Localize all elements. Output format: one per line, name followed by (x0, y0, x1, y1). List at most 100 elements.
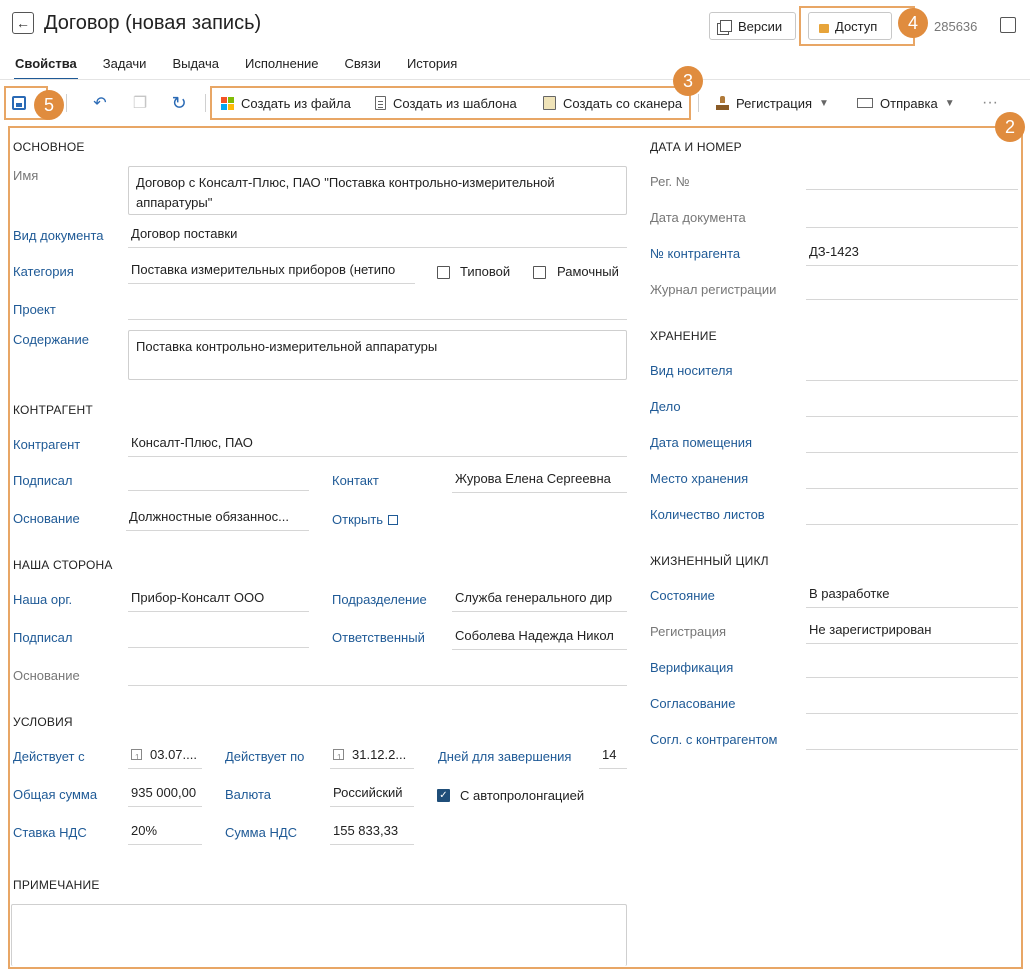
chevron-down-icon: ▼ (819, 97, 829, 109)
open-link-label: Открыть (332, 512, 384, 527)
medium-label[interactable]: Вид носителя (650, 363, 733, 378)
responsible-field[interactable]: Соболева Надежда Никол (452, 626, 627, 650)
placed-date-label[interactable]: Дата помещения (650, 435, 752, 450)
registration-label: Регистрация (736, 95, 812, 111)
contact-label[interactable]: Контакт (332, 473, 379, 488)
doc-date-field[interactable] (806, 204, 1018, 228)
section-date-number-title: ДАТА И НОМЕР (650, 140, 742, 154)
vat-rate-field[interactable]: 20% (128, 821, 202, 845)
access-button[interactable]: Доступ (808, 12, 892, 40)
our-signed-label[interactable]: Подписал (13, 630, 73, 645)
typical-checkbox[interactable] (437, 266, 450, 279)
cp-approval-field[interactable] (806, 726, 1018, 750)
send-icon (857, 98, 873, 108)
note-field[interactable] (11, 904, 627, 966)
contact-field[interactable]: Журова Елена Сергеевна (452, 469, 627, 493)
days-to-complete-field[interactable]: 14 (599, 745, 627, 769)
tab-history[interactable]: История (392, 56, 468, 80)
refresh-icon[interactable]: ↻ (170, 93, 188, 113)
valid-from-label[interactable]: Действует с (13, 749, 85, 764)
approval-label[interactable]: Согласование (650, 696, 735, 711)
storage-place-label[interactable]: Место хранения (650, 471, 748, 486)
department-label[interactable]: Подразделение (332, 592, 427, 607)
cp-signed-field[interactable] (128, 467, 309, 491)
department-field[interactable]: Служба генерального дир (452, 588, 627, 612)
tab-bar: Свойства Задачи Выдача Исполнение Связи … (0, 56, 468, 80)
sheets-label[interactable]: Количество листов (650, 507, 765, 522)
reg-no-label: Рег. № (650, 174, 690, 189)
open-link[interactable]: Открыть (332, 512, 399, 527)
cp-number-label[interactable]: № контрагента (650, 246, 740, 261)
content-field[interactable]: Поставка контрольно-измерительной аппара… (128, 330, 627, 380)
cp-basis-field[interactable]: Должностные обязаннос... (126, 507, 309, 531)
tab-tasks[interactable]: Задачи (88, 56, 158, 80)
name-field[interactable]: Договор с Консалт-Плюс, ПАО "Поставка ко… (128, 166, 627, 215)
our-org-label[interactable]: Наша орг. (13, 592, 72, 607)
state-label[interactable]: Состояние (650, 588, 715, 603)
cp-signed-label[interactable]: Подписал (13, 473, 73, 488)
annotation-badge-3: 3 (673, 66, 703, 96)
sheets-field[interactable] (806, 501, 1018, 525)
content-label[interactable]: Содержание (13, 332, 89, 347)
responsible-label[interactable]: Ответственный (332, 630, 425, 645)
open-external-icon[interactable] (1000, 17, 1016, 33)
cp-number-field[interactable]: ДЗ-1423 (806, 242, 1018, 266)
category-field[interactable]: Поставка измерительных приборов (нетипо (128, 260, 415, 284)
annotation-badge-5: 5 (34, 90, 64, 120)
cp-approval-label[interactable]: Согл. с контрагентом (650, 732, 778, 747)
vat-sum-label[interactable]: Сумма НДС (225, 825, 297, 840)
our-basis-field[interactable] (128, 662, 627, 686)
project-label[interactable]: Проект (13, 302, 56, 317)
tab-issue[interactable]: Выдача (157, 56, 230, 80)
our-org-field[interactable]: Прибор-Консалт ООО (128, 588, 309, 612)
copy-icon[interactable]: ❐ (131, 94, 149, 112)
category-label[interactable]: Категория (13, 264, 74, 279)
cp-basis-label[interactable]: Основание (13, 511, 80, 526)
frame-label: Рамочный (557, 264, 619, 279)
case-field[interactable] (806, 393, 1018, 417)
our-signed-field[interactable] (128, 624, 309, 648)
sending-dropdown[interactable]: Отправка ▼ (857, 92, 955, 114)
valid-from-field[interactable]: 03.07.... (128, 745, 202, 769)
tab-execution[interactable]: Исполнение (230, 56, 330, 80)
counterparty-label[interactable]: Контрагент (13, 437, 80, 452)
tab-properties[interactable]: Свойства (0, 56, 88, 80)
total-sum-label[interactable]: Общая сумма (13, 787, 97, 802)
undo-icon[interactable]: ↶ (91, 94, 109, 112)
section-basic-title: ОСНОВНОЕ (13, 140, 85, 154)
journal-field[interactable] (806, 276, 1018, 300)
valid-to-field[interactable]: 31.12.2... (330, 745, 414, 769)
counterparty-field[interactable]: Консалт-Плюс, ПАО (128, 433, 627, 457)
state-field[interactable]: В разработке (806, 584, 1018, 608)
autoprolong-checkbox[interactable]: ✓ (437, 789, 450, 802)
valid-to-label[interactable]: Действует по (225, 749, 304, 764)
tab-links[interactable]: Связи (330, 56, 392, 80)
frame-checkbox[interactable] (533, 266, 546, 279)
vat-rate-label[interactable]: Ставка НДС (13, 825, 87, 840)
more-icon[interactable]: ··· (982, 92, 998, 114)
back-button[interactable]: ← (12, 12, 34, 34)
calendar-icon[interactable] (333, 748, 344, 768)
verification-field[interactable] (806, 654, 1018, 678)
verification-label[interactable]: Верификация (650, 660, 733, 675)
placed-date-field[interactable] (806, 429, 1018, 453)
medium-field[interactable] (806, 357, 1018, 381)
approval-field[interactable] (806, 690, 1018, 714)
doc-kind-label[interactable]: Вид документа (13, 228, 104, 243)
document-id: 285636 (934, 19, 978, 34)
versions-button[interactable]: Версии (709, 12, 796, 40)
days-to-complete-label[interactable]: Дней для завершения (438, 749, 571, 764)
section-lifecycle-title: ЖИЗНЕННЫЙ ЦИКЛ (650, 554, 769, 568)
total-sum-field[interactable]: 935 000,00 (128, 783, 202, 807)
storage-place-field[interactable] (806, 465, 1018, 489)
project-field[interactable] (128, 296, 627, 320)
case-label[interactable]: Дело (650, 399, 681, 414)
registration-dropdown[interactable]: Регистрация ▼ (716, 92, 829, 114)
annotation-box-create (210, 86, 691, 120)
vat-sum-field[interactable]: 155 833,33 (330, 821, 414, 845)
calendar-icon[interactable] (131, 748, 142, 768)
currency-field[interactable]: Российский (330, 783, 414, 807)
doc-kind-field[interactable]: Договор поставки (128, 224, 627, 248)
currency-label[interactable]: Валюта (225, 787, 271, 802)
reg-no-field[interactable] (806, 166, 1018, 190)
